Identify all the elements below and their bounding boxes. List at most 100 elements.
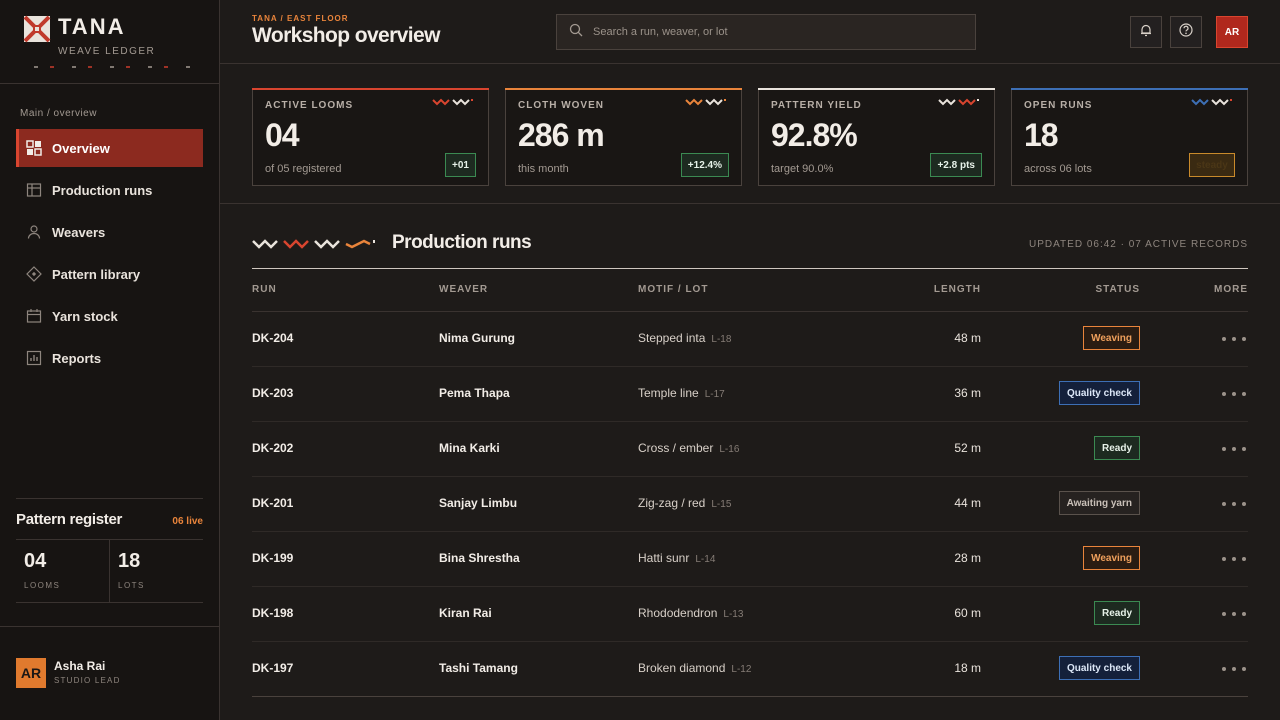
- sidebar-divider: [0, 626, 219, 627]
- status-badge: Weaving: [1083, 546, 1140, 570]
- more-actions-button[interactable]: [1222, 494, 1246, 514]
- stat-card-pattern-yield[interactable]: PATTERN YIELD 92.8% target 90.0% +2.8 pt…: [758, 88, 995, 186]
- run-id: DK-203: [252, 386, 294, 400]
- user-profile[interactable]: AR Asha Rai STUDIO LEAD: [16, 657, 203, 689]
- table-row[interactable]: DK-202 Mina Karki Cross / ember L-16 52 m…: [252, 422, 1248, 477]
- status-badge: Weaving: [1083, 326, 1140, 350]
- motif-name: Temple line: [638, 386, 699, 400]
- page-title: Workshop overview: [252, 24, 440, 47]
- stat-delta-badge: +2.8 pts: [930, 153, 982, 177]
- motif-name: Zig-zag / red: [638, 496, 706, 510]
- search-input[interactable]: [593, 26, 973, 38]
- length: 48 m: [954, 331, 981, 345]
- length: 18 m: [954, 661, 981, 675]
- stat-steady-badge: steady: [1189, 153, 1235, 177]
- notifications-button[interactable]: [1130, 16, 1162, 48]
- status-badge: Quality check: [1058, 656, 1140, 680]
- help-button[interactable]: [1170, 16, 1202, 48]
- stat-card-open-runs[interactable]: OPEN RUNS 18 across 06 lots steady: [1011, 88, 1248, 186]
- motif: Cross / ember L-16: [638, 441, 739, 455]
- length: 36 m: [954, 386, 981, 400]
- card-accent: [758, 88, 995, 90]
- run-id: DK-197: [252, 661, 294, 675]
- table-row[interactable]: DK-201 Sanjay Limbu Zig-zag / red L-15 44…: [252, 477, 1248, 532]
- dot-icon: [1232, 667, 1236, 671]
- more-actions-button[interactable]: [1222, 659, 1246, 679]
- stat-subtext: across 06 lots: [1024, 163, 1092, 175]
- motif-name: Cross / ember: [638, 441, 714, 455]
- motif: Rhododendron L-13: [638, 606, 743, 620]
- dot-icon: [1222, 337, 1226, 341]
- run-id: DK-202: [252, 441, 294, 455]
- dot-icon: [1242, 392, 1246, 396]
- more-actions-button[interactable]: [1222, 549, 1246, 569]
- table-row[interactable]: DK-197 Tashi Tamang Broken diamond L-12 1…: [252, 642, 1248, 697]
- more-actions-button[interactable]: [1222, 384, 1246, 404]
- weaver-name: Tashi Tamang: [439, 661, 518, 675]
- column-header-weaver[interactable]: WEAVER: [439, 284, 488, 295]
- motif-icon: [432, 98, 473, 106]
- sidebar-item-production-runs[interactable]: Production runs: [16, 171, 203, 209]
- stat-card-active-looms[interactable]: ACTIVE LOOMS 04 of 05 registered +01: [252, 88, 489, 186]
- motif-icon: [685, 98, 726, 106]
- sidebar-item-overview[interactable]: Overview: [16, 129, 203, 167]
- length: 28 m: [954, 551, 981, 565]
- brand-name: TANA: [58, 14, 126, 39]
- stats-band: ACTIVE LOOMS 04 of 05 registered +01 CLO…: [220, 64, 1280, 204]
- motif: Zig-zag / red L-15: [638, 496, 731, 510]
- avatar: AR: [16, 658, 46, 688]
- column-header-motif[interactable]: MOTIF / LOT: [638, 284, 708, 295]
- more-actions-button[interactable]: [1222, 439, 1246, 459]
- run-id: DK-204: [252, 331, 294, 345]
- dot-icon: [1222, 612, 1226, 616]
- stat-subtext: this month: [518, 163, 569, 175]
- sidebar-item-yarn-stock[interactable]: Yarn stock: [16, 297, 203, 335]
- card-accent: [505, 88, 742, 90]
- motif-name: Broken diamond: [638, 661, 726, 675]
- register-lots-label: LOTS: [118, 581, 145, 590]
- sidebar-item-label: Pattern library: [52, 266, 141, 282]
- length: 44 m: [954, 496, 981, 510]
- brand-divider: [24, 66, 194, 68]
- lot-id: L-16: [719, 444, 740, 455]
- stat-value: 286 m: [518, 117, 605, 153]
- stat-label: PATTERN YIELD: [771, 100, 862, 111]
- stat-card-cloth-woven[interactable]: CLOTH WOVEN 286 m this month +12.4%: [505, 88, 742, 186]
- table-row[interactable]: DK-199 Bina Shrestha Hatti sunr L-14 28 m…: [252, 532, 1248, 587]
- calendar-icon: [26, 308, 42, 324]
- sidebar-nav: Overview Production runs Weavers Pattern…: [16, 129, 203, 381]
- sidebar-item-reports[interactable]: Reports: [16, 339, 203, 377]
- search-box[interactable]: [556, 14, 976, 50]
- motif-icon: [938, 98, 979, 106]
- table-row[interactable]: DK-203 Pema Thapa Temple line L-17 36 m Q…: [252, 367, 1248, 422]
- sidebar-divider: [0, 83, 219, 84]
- stat-delta-badge: +01: [445, 153, 476, 177]
- sidebar-item-weavers[interactable]: Weavers: [16, 213, 203, 251]
- user-role: STUDIO LEAD: [54, 676, 121, 685]
- dot-icon: [1232, 612, 1236, 616]
- column-header-length[interactable]: LENGTH: [934, 284, 981, 295]
- stat-subtext: target 90.0%: [771, 163, 834, 175]
- column-header-run[interactable]: RUN: [252, 284, 277, 295]
- table-row[interactable]: DK-204 Nima Gurung Stepped inta L-18 48 m…: [252, 312, 1248, 367]
- sidebar-item-pattern-library[interactable]: Pattern library: [16, 255, 203, 293]
- section-divider: [252, 268, 1248, 269]
- brand-logo-icon: [24, 16, 50, 42]
- pattern-register: Pattern register 06 live 04 LOOMS 18 LOT…: [16, 498, 203, 603]
- dot-icon: [1242, 447, 1246, 451]
- status-badge: Ready: [1093, 436, 1140, 460]
- table-row[interactable]: DK-198 Kiran Rai Rhododendron L-13 60 m R…: [252, 587, 1248, 642]
- weaver-name: Mina Karki: [439, 441, 500, 455]
- more-actions-button[interactable]: [1222, 329, 1246, 349]
- motif-icon: [1191, 98, 1232, 106]
- more-actions-button[interactable]: [1222, 604, 1246, 624]
- length: 60 m: [954, 606, 981, 620]
- grid-icon: [26, 140, 42, 156]
- breadcrumb[interactable]: TANA / EAST FLOOR: [252, 14, 349, 23]
- status-badge: Quality check: [1058, 381, 1140, 405]
- header-avatar[interactable]: AR: [1216, 16, 1248, 48]
- column-header-status[interactable]: STATUS: [1095, 284, 1140, 295]
- status-badge: Awaiting yarn: [1058, 491, 1140, 515]
- dot-icon: [1232, 557, 1236, 561]
- dot-icon: [1222, 667, 1226, 671]
